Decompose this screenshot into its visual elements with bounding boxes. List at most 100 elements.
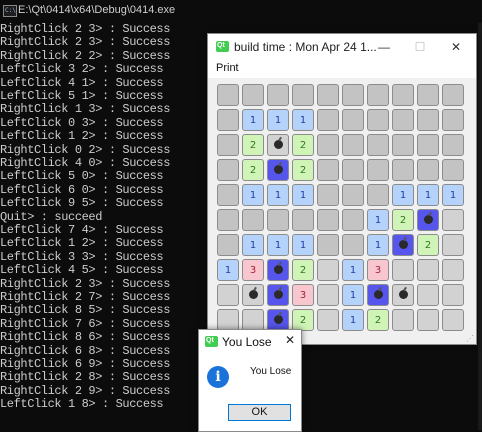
board-cell-number[interactable]: 3 [242, 259, 264, 281]
board-cell-closed[interactable] [442, 134, 464, 156]
board-cell-number[interactable]: 1 [217, 259, 239, 281]
board-cell-empty[interactable] [442, 284, 464, 306]
board-cell-closed[interactable] [417, 159, 439, 181]
board-cell-number[interactable]: 1 [267, 234, 289, 256]
board-cell-empty[interactable] [317, 309, 339, 331]
board-cell-closed[interactable] [367, 134, 389, 156]
board-cell-closed[interactable] [392, 159, 414, 181]
board-cell-closed[interactable] [342, 209, 364, 231]
board-cell-closed[interactable] [417, 84, 439, 106]
board-cell-closed[interactable] [217, 84, 239, 106]
board-cell-number[interactable]: 1 [342, 259, 364, 281]
board-cell-closed[interactable] [317, 184, 339, 206]
board-cell-bomb[interactable] [392, 284, 414, 306]
board-cell-number[interactable]: 2 [242, 134, 264, 156]
board-cell-bomb[interactable] [267, 134, 289, 156]
board-cell-number[interactable]: 1 [392, 184, 414, 206]
board-cell-closed[interactable] [267, 84, 289, 106]
board-cell-number[interactable]: 1 [267, 109, 289, 131]
board-cell-closed[interactable] [392, 134, 414, 156]
board-cell-number[interactable]: 1 [267, 184, 289, 206]
board-cell-empty[interactable] [442, 209, 464, 231]
board-cell-mine[interactable] [392, 234, 414, 256]
game-window-titlebar[interactable]: Qt build time : Mon Apr 24 1... — ☐ ✕ [208, 34, 476, 60]
board-cell-closed[interactable] [367, 159, 389, 181]
console-scrollbar[interactable] [478, 23, 482, 430]
resize-grip[interactable]: ⋰ [466, 334, 474, 343]
board-cell-closed[interactable] [317, 84, 339, 106]
board-cell-number[interactable]: 1 [292, 234, 314, 256]
board-cell-number[interactable]: 2 [392, 209, 414, 231]
board-cell-mine[interactable] [267, 309, 289, 331]
board-cell-empty[interactable] [242, 309, 264, 331]
board-cell-number[interactable]: 2 [292, 159, 314, 181]
board-cell-closed[interactable] [317, 134, 339, 156]
console-titlebar[interactable]: C:\ E:\Qt\0414\x64\Debug\0414.exe [0, 0, 482, 22]
board-cell-number[interactable]: 1 [292, 184, 314, 206]
board-cell-closed[interactable] [442, 109, 464, 131]
board-cell-bomb[interactable] [242, 284, 264, 306]
board-cell-closed[interactable] [242, 209, 264, 231]
board-cell-number[interactable]: 3 [367, 259, 389, 281]
board-cell-empty[interactable] [392, 309, 414, 331]
board-cell-empty[interactable] [442, 259, 464, 281]
board-cell-number[interactable]: 1 [417, 184, 439, 206]
board-cell-empty[interactable] [317, 259, 339, 281]
board-cell-empty[interactable] [217, 284, 239, 306]
board-cell-closed[interactable] [392, 84, 414, 106]
board-cell-closed[interactable] [217, 159, 239, 181]
board-cell-number[interactable]: 2 [242, 159, 264, 181]
board-cell-mine[interactable] [267, 259, 289, 281]
board-cell-closed[interactable] [342, 234, 364, 256]
board-cell-number[interactable]: 1 [342, 309, 364, 331]
minimize-button[interactable]: — [368, 34, 400, 60]
board-cell-closed[interactable] [242, 84, 264, 106]
board-cell-closed[interactable] [367, 184, 389, 206]
board-cell-closed[interactable] [342, 184, 364, 206]
board-cell-empty[interactable] [392, 259, 414, 281]
board-cell-closed[interactable] [442, 159, 464, 181]
board-cell-number[interactable]: 2 [292, 309, 314, 331]
board-cell-number[interactable]: 1 [292, 109, 314, 131]
board-cell-mine[interactable] [267, 159, 289, 181]
close-button[interactable]: ✕ [440, 34, 472, 60]
dialog-close-button[interactable]: ✕ [285, 333, 295, 347]
board-cell-closed[interactable] [367, 84, 389, 106]
board-cell-number[interactable]: 1 [242, 234, 264, 256]
board-cell-number[interactable]: 2 [292, 134, 314, 156]
board-cell-closed[interactable] [417, 134, 439, 156]
board-cell-number[interactable]: 1 [242, 184, 264, 206]
board-cell-closed[interactable] [442, 84, 464, 106]
ok-button[interactable]: OK [228, 404, 291, 421]
menu-print[interactable]: Print [216, 62, 239, 74]
board-cell-number[interactable]: 1 [342, 284, 364, 306]
board-cell-empty[interactable] [442, 234, 464, 256]
board-cell-closed[interactable] [317, 109, 339, 131]
board-cell-number[interactable]: 1 [367, 209, 389, 231]
board-cell-closed[interactable] [317, 234, 339, 256]
board-cell-closed[interactable] [217, 234, 239, 256]
board-cell-number[interactable]: 1 [442, 184, 464, 206]
board-cell-closed[interactable] [417, 109, 439, 131]
maximize-button[interactable]: ☐ [404, 34, 436, 60]
board-cell-closed[interactable] [217, 109, 239, 131]
board-cell-closed[interactable] [342, 84, 364, 106]
board-cell-number[interactable]: 2 [292, 259, 314, 281]
board-cell-closed[interactable] [342, 109, 364, 131]
board-cell-closed[interactable] [342, 159, 364, 181]
board-cell-closed[interactable] [367, 109, 389, 131]
board-cell-empty[interactable] [417, 309, 439, 331]
board-cell-closed[interactable] [267, 209, 289, 231]
board-cell-empty[interactable] [417, 284, 439, 306]
board-cell-number[interactable]: 1 [242, 109, 264, 131]
board-cell-closed[interactable] [217, 209, 239, 231]
board-cell-closed[interactable] [217, 134, 239, 156]
board-cell-number[interactable]: 2 [367, 309, 389, 331]
board-cell-mine[interactable] [367, 284, 389, 306]
board-cell-closed[interactable] [217, 184, 239, 206]
board-cell-number[interactable]: 2 [417, 234, 439, 256]
board-cell-closed[interactable] [317, 159, 339, 181]
board-cell-closed[interactable] [292, 209, 314, 231]
board-cell-closed[interactable] [392, 109, 414, 131]
board-cell-number[interactable]: 1 [367, 234, 389, 256]
